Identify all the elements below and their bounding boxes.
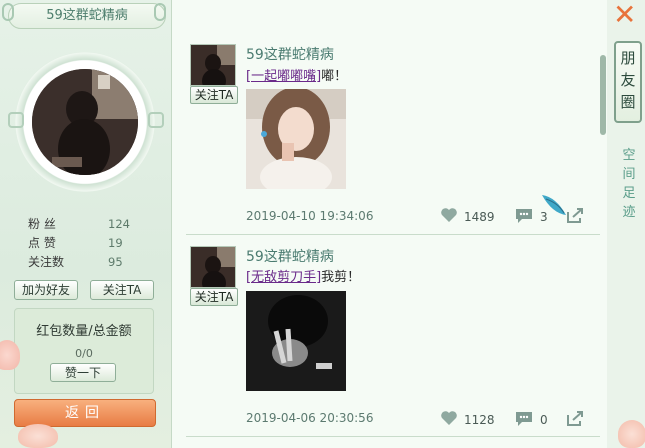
stat-value: 124 [108,216,130,231]
comment-icon [514,410,534,430]
lotus-decoration [0,340,20,370]
post-date: 2019-04-10 19:34:06 [246,209,374,223]
stat-likes: 点 赞 19 [28,233,138,252]
post-divider [186,436,600,437]
post-image[interactable] [246,291,346,391]
tab-space-footprints[interactable]: 空间足迹 [618,146,640,222]
post-topic-tag[interactable]: [一起嘟嘟嘴] [246,69,321,84]
stat-label: 关注数 [28,255,65,269]
lotus-decoration [618,420,645,448]
post-text: 嘟！ [321,69,348,84]
like-action[interactable]: 1489 [440,207,495,226]
post-follow-button[interactable]: 关注TA [190,288,238,306]
post-content: [无敌剪刀手]我剪！ [246,266,360,285]
ring-ornament-left [8,112,24,128]
post-text: 我剪！ [321,270,361,285]
lotus-decoration [18,424,58,448]
like-count: 1489 [464,209,495,224]
moments-feed[interactable]: 关注TA 59这群蛇精病 [一起嘟嘟嘴]嘟！ 2019-04-10 19:34:… [172,0,607,448]
follow-button[interactable]: 关注TA [90,280,154,300]
post-author[interactable]: 59这群蛇精病 [246,44,334,64]
avatar-frame [15,52,155,192]
post-author[interactable]: 59这群蛇精病 [246,246,334,266]
like-action[interactable]: 1128 [440,410,495,429]
stat-followers: 粉 丝 124 [28,214,138,233]
feed-scrollbar[interactable] [600,55,606,135]
red-packet-count: 0/0 [75,347,93,360]
post-divider [186,234,600,235]
share-icon [566,409,586,430]
ring-ornament-right [148,112,164,128]
stat-following: 关注数 95 [28,252,138,271]
post-avatar[interactable] [190,246,236,288]
like-count: 1128 [464,412,495,427]
post-avatar[interactable] [190,44,236,86]
post-date: 2019-04-06 20:30:56 [246,411,374,425]
post-follow-button[interactable]: 关注TA [190,86,238,104]
stat-value: 95 [108,254,123,269]
red-packet-box: 红包数量/总金额 0/0 赞一下 [14,308,154,394]
stat-value: 19 [108,235,123,250]
back-button[interactable]: 返回 [14,399,156,427]
profile-stats: 粉 丝 124 点 赞 19 关注数 95 [28,214,138,271]
profile-name: 59这群蛇精病 [46,8,128,23]
post-content: [一起嘟嘟嘴]嘟！ [246,65,347,84]
heart-icon [440,207,458,226]
share-action[interactable] [566,409,586,430]
heart-icon [440,410,458,429]
ornament-left [2,3,14,21]
ornament-right [154,3,166,21]
close-icon[interactable]: ✕ [613,0,636,31]
comment-action[interactable]: 0 [514,410,548,430]
tab-moments[interactable]: 朋友圈 [614,41,642,123]
comment-count: 0 [540,413,548,427]
stat-label: 点 赞 [28,236,56,250]
add-friend-button[interactable]: 加为好友 [14,280,78,300]
profile-panel: 59这群蛇精病 粉 丝 124 点 赞 19 关注数 95 加为好友 关注TA … [0,0,172,448]
avatar[interactable] [32,69,138,175]
comment-icon [514,207,534,227]
like-profile-button[interactable]: 赞一下 [50,363,116,382]
red-packet-title: 红包数量/总金额 [36,324,132,339]
post-topic-tag[interactable]: [无敌剪刀手] [246,270,321,285]
profile-name-plate: 59这群蛇精病 [8,3,166,29]
feather-decoration [540,193,570,225]
stat-label: 粉 丝 [28,217,56,231]
post-image[interactable] [246,89,346,189]
